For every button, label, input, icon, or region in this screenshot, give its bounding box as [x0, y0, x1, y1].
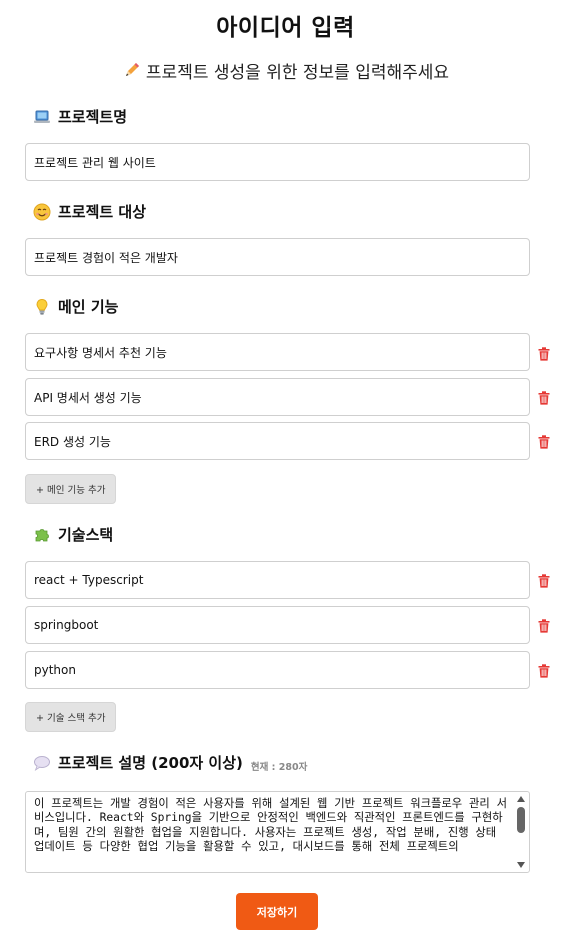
tech-stack-input-2[interactable]: springboot: [25, 606, 530, 644]
add-tech-stack-button[interactable]: + 기술 스택 추가: [25, 702, 117, 732]
description-textarea[interactable]: 이 프로젝트는 개발 경험이 적은 사용자를 위해 설계된 웹 기반 프로젝트 …: [25, 791, 530, 873]
lightbulb-icon: [33, 298, 51, 316]
laptop-icon: [33, 108, 51, 126]
scroll-up-arrow-icon[interactable]: [517, 796, 525, 802]
delete-feature-1-trash-icon[interactable]: [538, 346, 550, 361]
speech-bubble-icon: [33, 754, 51, 772]
main-feature-value: API 명세서 생성 기능: [34, 390, 142, 405]
project-target-value: 프로젝트 경험이 적은 개발자: [34, 250, 178, 265]
subtitle-text: 프로젝트 생성을 위한 정보를 입력해주세요: [145, 63, 450, 83]
tech-stack-value: react + Typescript: [34, 573, 144, 587]
tech-stack-label: 기술스택: [58, 526, 114, 544]
project-name-value: 프로젝트 관리 웹 사이트: [34, 155, 156, 170]
description-heading: 프로젝트 설명 (200자 이상) 현재 : 280자: [33, 752, 307, 773]
project-target-heading: 프로젝트 대상: [33, 201, 146, 222]
delete-tech-2-trash-icon[interactable]: [538, 618, 550, 633]
smiley-icon: [33, 203, 51, 221]
main-feature-input-2[interactable]: API 명세서 생성 기능: [25, 378, 530, 416]
tech-stack-input-1[interactable]: react + Typescript: [25, 561, 530, 599]
project-target-label: 프로젝트 대상: [58, 203, 147, 221]
add-main-feature-button[interactable]: + 메인 기능 추가: [25, 474, 117, 504]
tech-stack-value: python: [34, 663, 76, 677]
project-target-input[interactable]: 프로젝트 경험이 적은 개발자: [25, 238, 530, 276]
delete-feature-2-trash-icon[interactable]: [538, 390, 550, 405]
main-feature-input-1[interactable]: 요구사항 명세서 추천 기능: [25, 333, 530, 371]
description-scrollbar[interactable]: [513, 792, 529, 872]
project-name-heading: 프로젝트명: [33, 106, 127, 127]
description-label: 프로젝트 설명 (200자 이상): [58, 754, 243, 772]
main-features-heading: 메인 기능: [33, 296, 118, 317]
delete-tech-3-trash-icon[interactable]: [538, 663, 550, 678]
delete-tech-1-trash-icon[interactable]: [538, 573, 550, 588]
project-name-input[interactable]: 프로젝트 관리 웹 사이트: [25, 143, 530, 181]
description-text: 이 프로젝트는 개발 경험이 적은 사용자를 위해 설계된 웹 기반 프로젝트 …: [34, 797, 507, 854]
scroll-thumb[interactable]: [517, 807, 525, 833]
project-name-label: 프로젝트명: [58, 108, 128, 126]
page-subtitle: 프로젝트 생성을 위한 정보를 입력해주세요: [0, 58, 571, 85]
idea-input-page: 아이디어 입력 프로젝트 생성을 위한 정보를 입력해주세요 프로젝트명 프로젝…: [0, 0, 571, 938]
delete-feature-3-trash-icon[interactable]: [538, 434, 550, 449]
main-feature-value: ERD 생성 기능: [34, 434, 111, 449]
puzzle-icon: [33, 526, 51, 544]
main-feature-value: 요구사항 명세서 추천 기능: [34, 345, 167, 360]
main-features-label: 메인 기능: [58, 298, 119, 316]
pencil-icon: [122, 60, 142, 85]
tech-stack-input-3[interactable]: python: [25, 651, 530, 689]
save-button[interactable]: 저장하기: [236, 893, 318, 930]
page-title: 아이디어 입력: [216, 15, 355, 41]
tech-stack-heading: 기술스택: [33, 524, 113, 545]
tech-stack-value: springboot: [34, 618, 99, 632]
character-counter: 현재 : 280자: [250, 761, 308, 773]
scroll-down-arrow-icon[interactable]: [517, 862, 525, 868]
main-feature-input-3[interactable]: ERD 생성 기능: [25, 422, 530, 460]
